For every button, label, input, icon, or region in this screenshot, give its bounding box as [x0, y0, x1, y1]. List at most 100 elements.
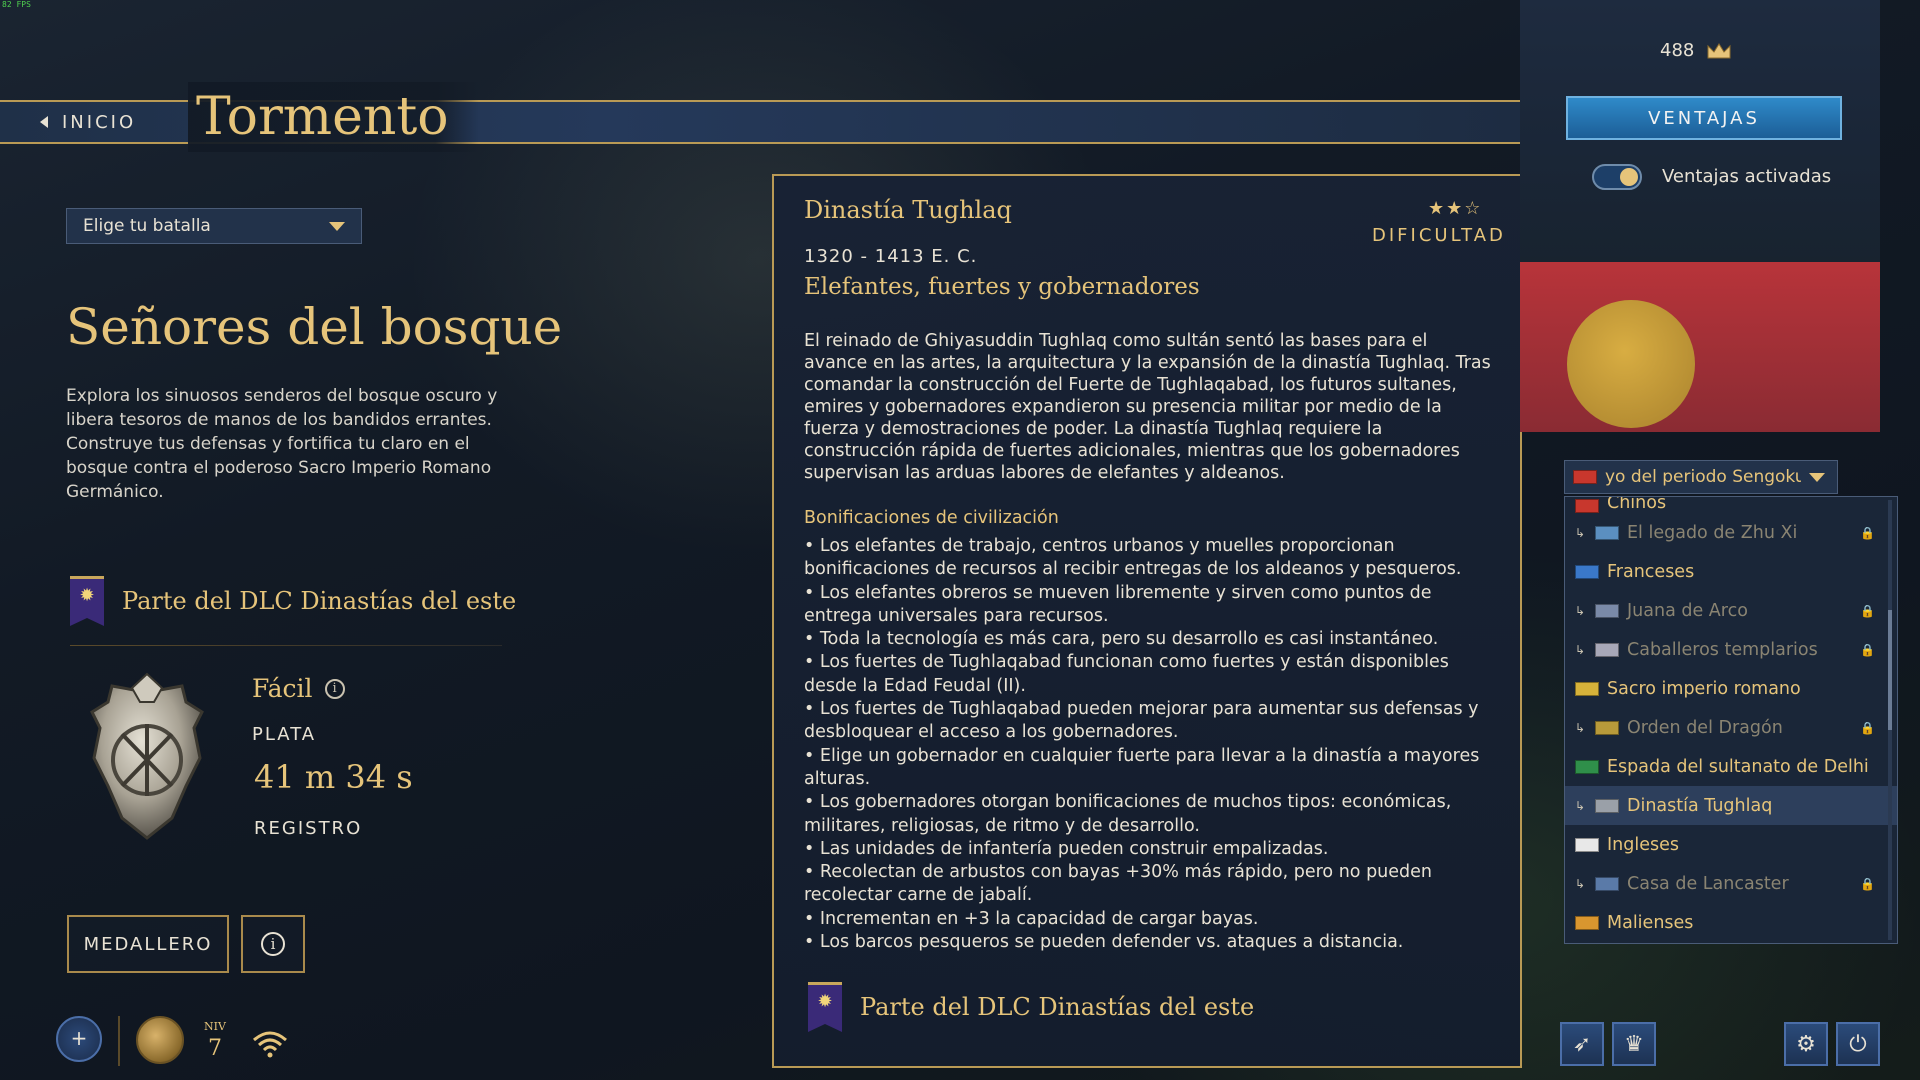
flag-icon — [1575, 499, 1599, 513]
civ-list-label: El legado de Zhu Xi — [1627, 522, 1798, 543]
lock-icon: 🔒 — [1860, 876, 1875, 891]
sub-arrow-icon: ↳ — [1575, 525, 1586, 540]
civ-list-label: Espada del sultanato de Delhi — [1607, 756, 1869, 777]
lock-icon: 🔒 — [1860, 525, 1875, 540]
flag-icon — [1595, 798, 1619, 813]
difficulty-stars: ★★☆ — [1428, 198, 1483, 219]
flag-icon — [1595, 876, 1619, 891]
sub-arrow-icon: ↳ — [1575, 603, 1586, 618]
avatar[interactable] — [136, 1016, 184, 1064]
flag-icon — [1573, 470, 1597, 484]
fps-counter: 82 FPS — [2, 0, 31, 9]
crown-icon[interactable]: ♛ — [1612, 1022, 1656, 1066]
battle-select-label: Elige tu batalla — [83, 216, 211, 236]
advantages-toggle[interactable] — [1592, 164, 1642, 190]
wifi-icon — [253, 1031, 287, 1058]
flag-icon — [1575, 915, 1599, 930]
bonus-item: Elige un gobernador en cualquier fuerte … — [804, 745, 1496, 792]
bonus-item: Los fuertes de Tughlaqabad funcionan com… — [804, 651, 1496, 698]
dlc-label: Parte del DLC Dinastías del este — [860, 993, 1255, 1021]
info-icon[interactable]: i — [324, 678, 345, 699]
back-arrow-icon — [40, 116, 48, 128]
civ-dropdown-list: Chinos ↳ El legado de Zhu Xi 🔒 Franceses ↳ Jua… — [1564, 496, 1898, 944]
civ-list-item[interactable]: Ingleses — [1565, 825, 1897, 864]
sub-arrow-icon: ↳ — [1575, 720, 1586, 735]
back-button[interactable]: INICIO — [40, 100, 136, 144]
page-title: Tormento — [188, 82, 479, 152]
bonus-item: Los gobernadores otorgan bonificaciones … — [804, 791, 1496, 838]
scrollbar-thumb[interactable] — [1888, 610, 1892, 730]
crown-count: 488 — [1660, 40, 1695, 61]
civ-list-label: Juana de Arco — [1627, 600, 1748, 621]
dlc-indicator: ✹ Parte del DLC Dinastías del este — [808, 982, 1254, 1032]
bonus-item: Los elefantes obreros se mueven libremen… — [804, 582, 1496, 629]
battle-select[interactable]: Elige tu batalla — [66, 208, 362, 244]
civ-list-item[interactable]: ↳ El legado de Zhu Xi 🔒 — [1565, 513, 1897, 552]
flag-icon — [1595, 603, 1619, 618]
advantages-toggle-label: Ventajas activadas — [1662, 166, 1832, 187]
civ-list-label: Ingleses — [1607, 834, 1679, 855]
difficulty-level: Fácil i — [252, 674, 345, 703]
dlc-indicator: ✹ Parte del DLC Dinastías del este — [70, 576, 516, 626]
bonus-item: Los barcos pesqueros se pueden defender … — [804, 931, 1496, 954]
civ-list-item[interactable]: Chinos — [1565, 497, 1897, 513]
civ-list-item[interactable]: ↳ Caballeros templarios 🔒 — [1565, 630, 1897, 669]
civ-flag — [1520, 262, 1880, 432]
civ-list-label: Malienses — [1607, 912, 1694, 933]
bonus-list: Los elefantes de trabajo, centros urbano… — [804, 535, 1496, 954]
chevron-down-icon — [1809, 472, 1825, 482]
power-icon[interactable]: ⏻ — [1836, 1022, 1880, 1066]
civ-list-item[interactable]: Espada del sultanato de Delhi — [1565, 747, 1897, 786]
lock-icon: 🔒 — [1860, 603, 1875, 618]
bonus-item: Los fuertes de Tughlaqabad pueden mejora… — [804, 698, 1496, 745]
flag-icon — [1575, 681, 1599, 696]
info-button[interactable]: i — [241, 915, 305, 973]
civ-period: 1320 - 1413 E. C. — [804, 246, 978, 267]
civ-list-item[interactable]: ↳ Juana de Arco 🔒 — [1565, 591, 1897, 630]
scrollbar[interactable] — [1888, 500, 1892, 940]
lock-icon: 🔒 — [1860, 642, 1875, 657]
civ-list-item[interactable]: Sacro imperio romano — [1565, 669, 1897, 708]
civ-select-label: yo del periodo Sengoku — [1605, 467, 1801, 487]
civ-list-label: Caballeros templarios — [1627, 639, 1818, 660]
flag-icon — [1595, 642, 1619, 657]
horn-icon[interactable]: ➶ — [1560, 1022, 1604, 1066]
crown-counter: 488 — [1660, 40, 1732, 61]
divider — [118, 1016, 120, 1066]
divider — [70, 645, 502, 646]
difficulty-text: Fácil — [252, 674, 313, 703]
mission-description: Explora los sinuosos senderos del bosque… — [66, 386, 498, 502]
mission-title: Señores del bosque — [66, 298, 563, 356]
bonus-item: Los elefantes de trabajo, centros urbano… — [804, 535, 1496, 582]
flag-icon — [1595, 525, 1619, 540]
civ-tagline: Elefantes, fuertes y gobernadores — [804, 274, 1200, 300]
rank-label: PLATA — [252, 724, 317, 745]
civ-list-item[interactable]: ↳ Casa de Lancaster 🔒 — [1565, 864, 1897, 903]
lock-icon: 🔒 — [1860, 720, 1875, 735]
civ-list-item[interactable]: ↳ Dinastía Tughlaq — [1565, 786, 1897, 825]
add-button[interactable]: + — [56, 1016, 102, 1062]
back-label: INICIO — [62, 111, 137, 133]
flag-emblem — [1567, 300, 1695, 428]
level-label: NIV — [204, 1020, 226, 1033]
civ-list-item[interactable]: Franceses — [1565, 552, 1897, 591]
record-label: REGISTRO — [254, 818, 363, 839]
dlc-banner-icon: ✹ — [70, 576, 104, 626]
advantages-button[interactable]: VENTAJAS — [1566, 96, 1842, 140]
gear-icon[interactable]: ⚙ — [1784, 1022, 1828, 1066]
level-value: 7 — [208, 1036, 222, 1061]
flag-icon — [1575, 564, 1599, 579]
crown-icon — [1707, 42, 1731, 58]
civ-list-item[interactable]: Malienses — [1565, 903, 1897, 942]
civ-list-label: Casa de Lancaster — [1627, 873, 1789, 894]
flag-icon — [1595, 720, 1619, 735]
civ-name: Dinastía Tughlaq — [804, 196, 1012, 224]
sub-arrow-icon: ↳ — [1575, 876, 1586, 891]
civ-list-label: Franceses — [1607, 561, 1695, 582]
civ-select[interactable]: yo del periodo Sengoku — [1564, 460, 1838, 494]
civ-list-item[interactable]: ↳ Orden del Dragón 🔒 — [1565, 708, 1897, 747]
medal-board-button[interactable]: MEDALLERO — [67, 915, 229, 973]
bonus-item: Incrementan en +3 la capacidad de cargar… — [804, 908, 1496, 931]
civ-description: El reinado de Ghiyasuddin Tughlaq como s… — [804, 331, 1491, 483]
civ-list-label: Dinastía Tughlaq — [1627, 795, 1773, 816]
